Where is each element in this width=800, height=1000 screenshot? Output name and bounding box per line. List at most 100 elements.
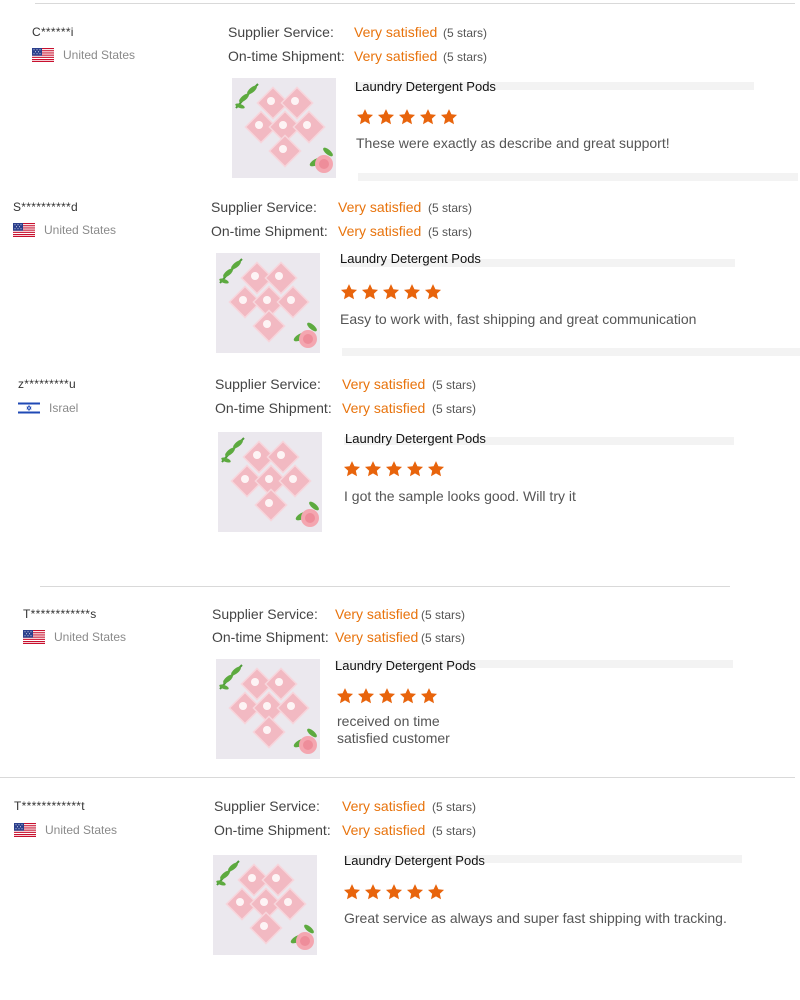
review-comment: Great service as always and super fast s…	[344, 910, 727, 926]
supplier-service-label: Supplier Service:	[228, 24, 334, 40]
ontime-shipment-rating: Very satisfied	[342, 400, 426, 416]
buyer-name: T************s	[23, 607, 97, 621]
review-comment: I got the sample looks good. Will try it	[344, 488, 576, 504]
supplier-service-label: Supplier Service:	[211, 199, 317, 215]
star-icon	[343, 460, 361, 478]
star-icon	[424, 283, 442, 301]
star-rating	[340, 283, 442, 301]
buyer-country: United States	[13, 223, 116, 237]
star-icon	[356, 108, 374, 126]
supplier-service-stars: (5 stars)	[432, 378, 477, 392]
buyer-name: T************t	[14, 799, 85, 813]
star-icon	[361, 283, 379, 301]
us-flag-icon	[32, 48, 54, 62]
star-icon	[427, 460, 445, 478]
ontime-shipment-stars: (5 stars)	[428, 225, 473, 239]
supplier-service-stars: (5 stars)	[432, 800, 477, 814]
star-icon	[406, 883, 424, 901]
supplier-service-rating: Very satisfied	[338, 199, 422, 215]
ontime-shipment-stars: (5 stars)	[432, 824, 477, 838]
section-divider	[40, 586, 730, 587]
product-thumbnail[interactable]	[216, 253, 320, 353]
top-divider	[35, 3, 795, 4]
supplier-service-rating: Very satisfied	[342, 798, 426, 814]
star-icon	[382, 283, 400, 301]
star-rating	[336, 687, 438, 705]
supplier-service-label: Supplier Service:	[215, 376, 321, 392]
ontime-shipment-rating: Very satisfied	[342, 822, 426, 838]
ontime-shipment-label: On-time Shipment:	[214, 822, 331, 838]
ontime-shipment-label: On-time Shipment:	[228, 48, 345, 64]
ontime-shipment-stars: (5 stars)	[443, 50, 488, 64]
buyer-name: C******i	[32, 25, 74, 39]
star-icon	[419, 108, 437, 126]
supplier-service-stars: (5 stars)	[421, 608, 466, 622]
star-icon	[385, 460, 403, 478]
buyer-name: z*********u	[18, 377, 77, 391]
country-label: United States	[63, 48, 136, 62]
star-icon	[398, 108, 416, 126]
buyer-country: United States	[23, 630, 126, 644]
product-name[interactable]: Laundry Detergent Pods	[340, 251, 481, 266]
review-comment-line1: received on time	[337, 713, 440, 729]
section-divider	[0, 777, 795, 778]
star-icon	[403, 283, 421, 301]
star-rating	[343, 460, 445, 478]
star-icon	[399, 687, 417, 705]
buyer-country: United States	[32, 48, 135, 62]
ontime-shipment-rating: Very satisfied	[338, 223, 422, 239]
country-label: United States	[54, 630, 127, 644]
ontime-shipment-stars: (5 stars)	[421, 631, 466, 645]
product-name[interactable]: Laundry Detergent Pods	[335, 658, 476, 673]
star-icon	[336, 687, 354, 705]
star-icon	[364, 460, 382, 478]
star-icon	[427, 883, 445, 901]
buyer-country: United States	[14, 823, 117, 837]
supplier-service-rating: Very satisfied	[354, 24, 438, 40]
product-name[interactable]: Laundry Detergent Pods	[345, 431, 486, 446]
supplier-service-rating: Very satisfied	[335, 606, 419, 622]
review-comment: Easy to work with, fast shipping and gre…	[340, 311, 697, 327]
product-thumbnail[interactable]	[218, 432, 322, 532]
supplier-service-stars: (5 stars)	[428, 201, 473, 215]
us-flag-icon	[14, 823, 36, 837]
country-label: United States	[45, 823, 118, 837]
us-flag-icon	[13, 223, 35, 237]
product-name[interactable]: Laundry Detergent Pods	[344, 853, 485, 868]
product-thumbnail[interactable]	[232, 78, 336, 178]
star-icon	[343, 883, 361, 901]
product-name[interactable]: Laundry Detergent Pods	[355, 79, 496, 94]
ontime-shipment-rating: Very satisfied	[335, 629, 419, 645]
star-icon	[440, 108, 458, 126]
supplier-service-label: Supplier Service:	[212, 606, 318, 622]
ontime-shipment-rating: Very satisfied	[354, 48, 438, 64]
product-thumbnail[interactable]	[216, 659, 320, 759]
buyer-country: Israel	[18, 401, 78, 415]
star-icon	[420, 687, 438, 705]
star-icon	[364, 883, 382, 901]
supplier-service-stars: (5 stars)	[443, 26, 488, 40]
star-rating	[343, 883, 445, 901]
review-comment: These were exactly as describe and great…	[356, 135, 670, 151]
faint-bar	[358, 173, 798, 181]
us-flag-icon	[23, 630, 45, 644]
star-icon	[378, 687, 396, 705]
star-icon	[377, 108, 395, 126]
star-icon	[357, 687, 375, 705]
country-label: Israel	[49, 401, 79, 415]
faint-bar	[342, 348, 800, 356]
buyer-name: S**********d	[13, 200, 78, 214]
product-thumbnail[interactable]	[213, 855, 317, 955]
ontime-shipment-stars: (5 stars)	[432, 402, 477, 416]
supplier-service-rating: Very satisfied	[342, 376, 426, 392]
star-rating	[356, 108, 458, 126]
ontime-shipment-label: On-time Shipment:	[215, 400, 332, 416]
supplier-service-label: Supplier Service:	[214, 798, 320, 814]
star-icon	[406, 460, 424, 478]
country-label: United States	[44, 223, 117, 237]
ontime-shipment-label: On-time Shipment:	[212, 629, 329, 645]
star-icon	[340, 283, 358, 301]
israel-flag-icon	[18, 401, 40, 415]
review-comment-line2: satisfied customer	[337, 730, 450, 746]
star-icon	[385, 883, 403, 901]
